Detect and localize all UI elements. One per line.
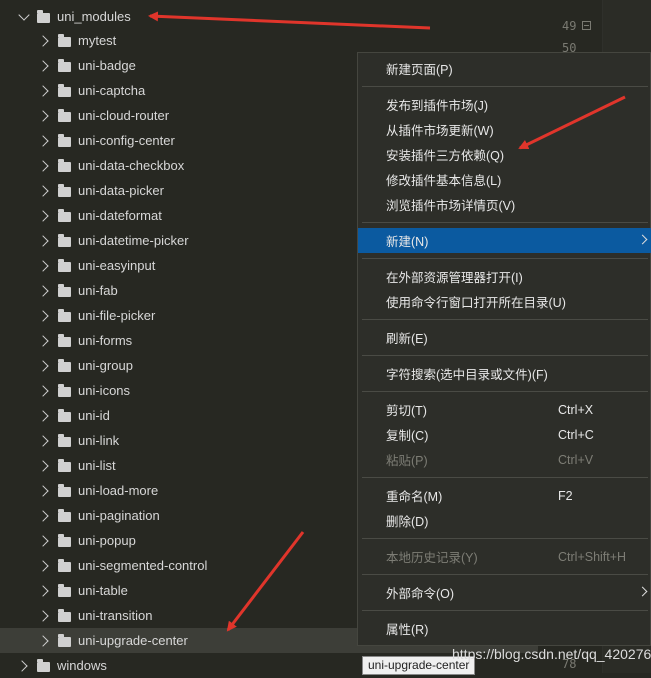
annotation-arrows: [148, 11, 626, 632]
annotation-arrow: [226, 531, 305, 632]
annotation-arrow: [518, 95, 626, 150]
annotation-arrow: [148, 11, 431, 30]
